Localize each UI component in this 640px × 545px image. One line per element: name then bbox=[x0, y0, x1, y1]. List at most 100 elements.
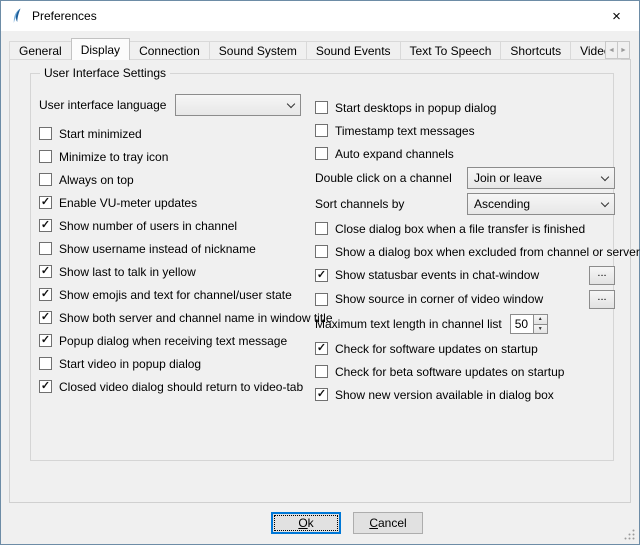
checkbox-show-username[interactable]: Show username instead of nickname bbox=[39, 237, 333, 260]
checkbox[interactable]: ✓ bbox=[315, 388, 328, 401]
checkbox-label: Start desktops in popup dialog bbox=[335, 101, 496, 115]
checkbox-last-talk-yellow[interactable]: ✓ Show last to talk in yellow bbox=[39, 260, 333, 283]
checkbox-show-user-count[interactable]: ✓ Show number of users in channel bbox=[39, 214, 333, 237]
checkbox-label: Auto expand channels bbox=[335, 147, 454, 161]
checkbox[interactable]: ✓ bbox=[315, 342, 328, 355]
tab-text-to-speech[interactable]: Text To Speech bbox=[400, 41, 502, 60]
checkbox-label: Always on top bbox=[59, 173, 134, 187]
sort-channels-row: Sort channels by Ascending bbox=[315, 191, 615, 217]
statusbar-events-row: ✓ Show statusbar events in chat-window .… bbox=[315, 263, 615, 287]
ok-button[interactable]: Ok bbox=[271, 512, 341, 534]
group-title: User Interface Settings bbox=[40, 66, 170, 80]
checkbox[interactable] bbox=[39, 173, 52, 186]
checkbox[interactable] bbox=[315, 293, 328, 306]
checkbox-beta-updates[interactable]: Check for beta software updates on start… bbox=[315, 360, 615, 383]
checkbox-close-file-transfer[interactable]: Close dialog box when a file transfer is… bbox=[315, 217, 615, 240]
checkbox-popup-text-message[interactable]: ✓ Popup dialog when receiving text messa… bbox=[39, 329, 333, 352]
checkbox-closed-video-return[interactable]: ✓ Closed video dialog should return to v… bbox=[39, 375, 333, 398]
checkbox[interactable] bbox=[315, 124, 328, 137]
checkbox-label: Check for beta software updates on start… bbox=[335, 365, 564, 379]
language-select[interactable] bbox=[175, 94, 301, 116]
tab-display[interactable]: Display bbox=[71, 38, 130, 60]
checkbox[interactable] bbox=[39, 150, 52, 163]
checkbox[interactable] bbox=[39, 127, 52, 140]
checkbox-label: Show source in corner of video window bbox=[335, 292, 543, 306]
checkbox[interactable] bbox=[315, 222, 328, 235]
checkbox[interactable]: ✓ bbox=[39, 334, 52, 347]
spinner-up-icon[interactable]: ▲ bbox=[534, 315, 547, 324]
double-click-select[interactable]: Join or leave bbox=[467, 167, 615, 189]
checkbox-start-minimized[interactable]: Start minimized bbox=[39, 122, 333, 145]
checkbox[interactable]: ✓ bbox=[39, 288, 52, 301]
checkbox-label: Show last to talk in yellow bbox=[59, 265, 196, 279]
checkbox[interactable] bbox=[39, 242, 52, 255]
checkbox-label: Minimize to tray icon bbox=[59, 150, 168, 164]
checkbox-label: Check for software updates on startup bbox=[335, 342, 538, 356]
ok-label-rest: k bbox=[308, 516, 314, 530]
checkbox-new-version-dialog[interactable]: ✓ Show new version available in dialog b… bbox=[315, 383, 615, 406]
checkbox-label: Start minimized bbox=[59, 127, 142, 141]
spinner-buttons: ▲ ▼ bbox=[533, 315, 547, 333]
checkbox-label: Timestamp text messages bbox=[335, 124, 475, 138]
sort-channels-value: Ascending bbox=[474, 197, 530, 211]
checkbox-label: Show statusbar events in chat-window bbox=[335, 268, 539, 282]
max-text-length-spinner[interactable]: 50 ▲ ▼ bbox=[510, 314, 548, 334]
checkbox[interactable]: ✓ bbox=[39, 380, 52, 393]
checkbox-dialog-excluded[interactable]: Show a dialog box when excluded from cha… bbox=[315, 240, 615, 263]
window-title: Preferences bbox=[32, 9, 97, 23]
checkbox[interactable]: ✓ bbox=[39, 311, 52, 324]
checkbox-video-popup[interactable]: Start video in popup dialog bbox=[39, 352, 333, 375]
tab-sound-system[interactable]: Sound System bbox=[209, 41, 307, 60]
close-button[interactable]: × bbox=[594, 1, 639, 31]
close-icon: × bbox=[612, 9, 621, 24]
tab-scroll-right-button[interactable]: ► bbox=[617, 41, 630, 59]
sort-channels-label: Sort channels by bbox=[315, 197, 404, 211]
checkbox-software-updates[interactable]: ✓ Check for software updates on startup bbox=[315, 337, 615, 360]
checkbox[interactable] bbox=[315, 245, 328, 258]
checkbox-show-emojis[interactable]: ✓ Show emojis and text for channel/user … bbox=[39, 283, 333, 306]
language-label: User interface language bbox=[39, 98, 166, 112]
checkbox-label: Show a dialog box when excluded from cha… bbox=[335, 245, 640, 259]
checkbox-auto-expand[interactable]: Auto expand channels bbox=[315, 142, 615, 165]
titlebar[interactable]: Preferences × bbox=[1, 1, 639, 31]
checkbox-vu-meter-updates[interactable]: ✓ Enable VU-meter updates bbox=[39, 191, 333, 214]
checkbox[interactable] bbox=[315, 365, 328, 378]
ok-label: O bbox=[298, 516, 307, 530]
preferences-dialog: Preferences × General Display Connection… bbox=[0, 0, 640, 545]
checkbox[interactable] bbox=[315, 101, 328, 114]
checkbox[interactable] bbox=[39, 357, 52, 370]
checkbox-label: Show username instead of nickname bbox=[59, 242, 256, 256]
right-settings-column: Start desktops in popup dialog Timestamp… bbox=[315, 96, 615, 406]
checkbox-minimize-to-tray[interactable]: Minimize to tray icon bbox=[39, 145, 333, 168]
tab-bar: General Display Connection Sound System … bbox=[9, 38, 620, 60]
checkbox-label: Closed video dialog should return to vid… bbox=[59, 380, 303, 394]
resize-grip[interactable] bbox=[623, 528, 636, 541]
tab-panel-display: User Interface Settings User interface l… bbox=[9, 59, 631, 503]
tab-sound-events[interactable]: Sound Events bbox=[306, 41, 401, 60]
checkbox-label: Enable VU-meter updates bbox=[59, 196, 197, 210]
video-source-options-button[interactable]: ... bbox=[589, 290, 615, 309]
tab-connection[interactable]: Connection bbox=[129, 41, 210, 60]
cancel-label: C bbox=[369, 516, 378, 530]
cancel-button[interactable]: Cancel bbox=[353, 512, 423, 534]
max-text-length-row: Maximum text length in channel list 50 ▲… bbox=[315, 311, 615, 337]
checkbox-always-on-top[interactable]: Always on top bbox=[39, 168, 333, 191]
tab-general[interactable]: General bbox=[9, 41, 72, 60]
checkbox[interactable] bbox=[315, 147, 328, 160]
checkbox[interactable]: ✓ bbox=[39, 219, 52, 232]
checkbox-label: Show both server and channel name in win… bbox=[59, 311, 333, 325]
checkbox-timestamp-messages[interactable]: Timestamp text messages bbox=[315, 119, 615, 142]
language-row: User interface language bbox=[39, 94, 301, 116]
checkbox[interactable]: ✓ bbox=[39, 196, 52, 209]
tab-shortcuts[interactable]: Shortcuts bbox=[500, 41, 571, 60]
checkbox[interactable]: ✓ bbox=[315, 269, 328, 282]
checkbox-desktops-popup[interactable]: Start desktops in popup dialog bbox=[315, 96, 615, 119]
checkbox-server-channel-title[interactable]: ✓ Show both server and channel name in w… bbox=[39, 306, 333, 329]
sort-channels-select[interactable]: Ascending bbox=[467, 193, 615, 215]
spinner-down-icon[interactable]: ▼ bbox=[534, 324, 547, 334]
checkbox[interactable]: ✓ bbox=[39, 265, 52, 278]
checkbox-label: Popup dialog when receiving text message bbox=[59, 334, 287, 348]
statusbar-events-options-button[interactable]: ... bbox=[589, 266, 615, 285]
double-click-label: Double click on a channel bbox=[315, 171, 452, 185]
cancel-label-rest: ancel bbox=[378, 516, 407, 530]
